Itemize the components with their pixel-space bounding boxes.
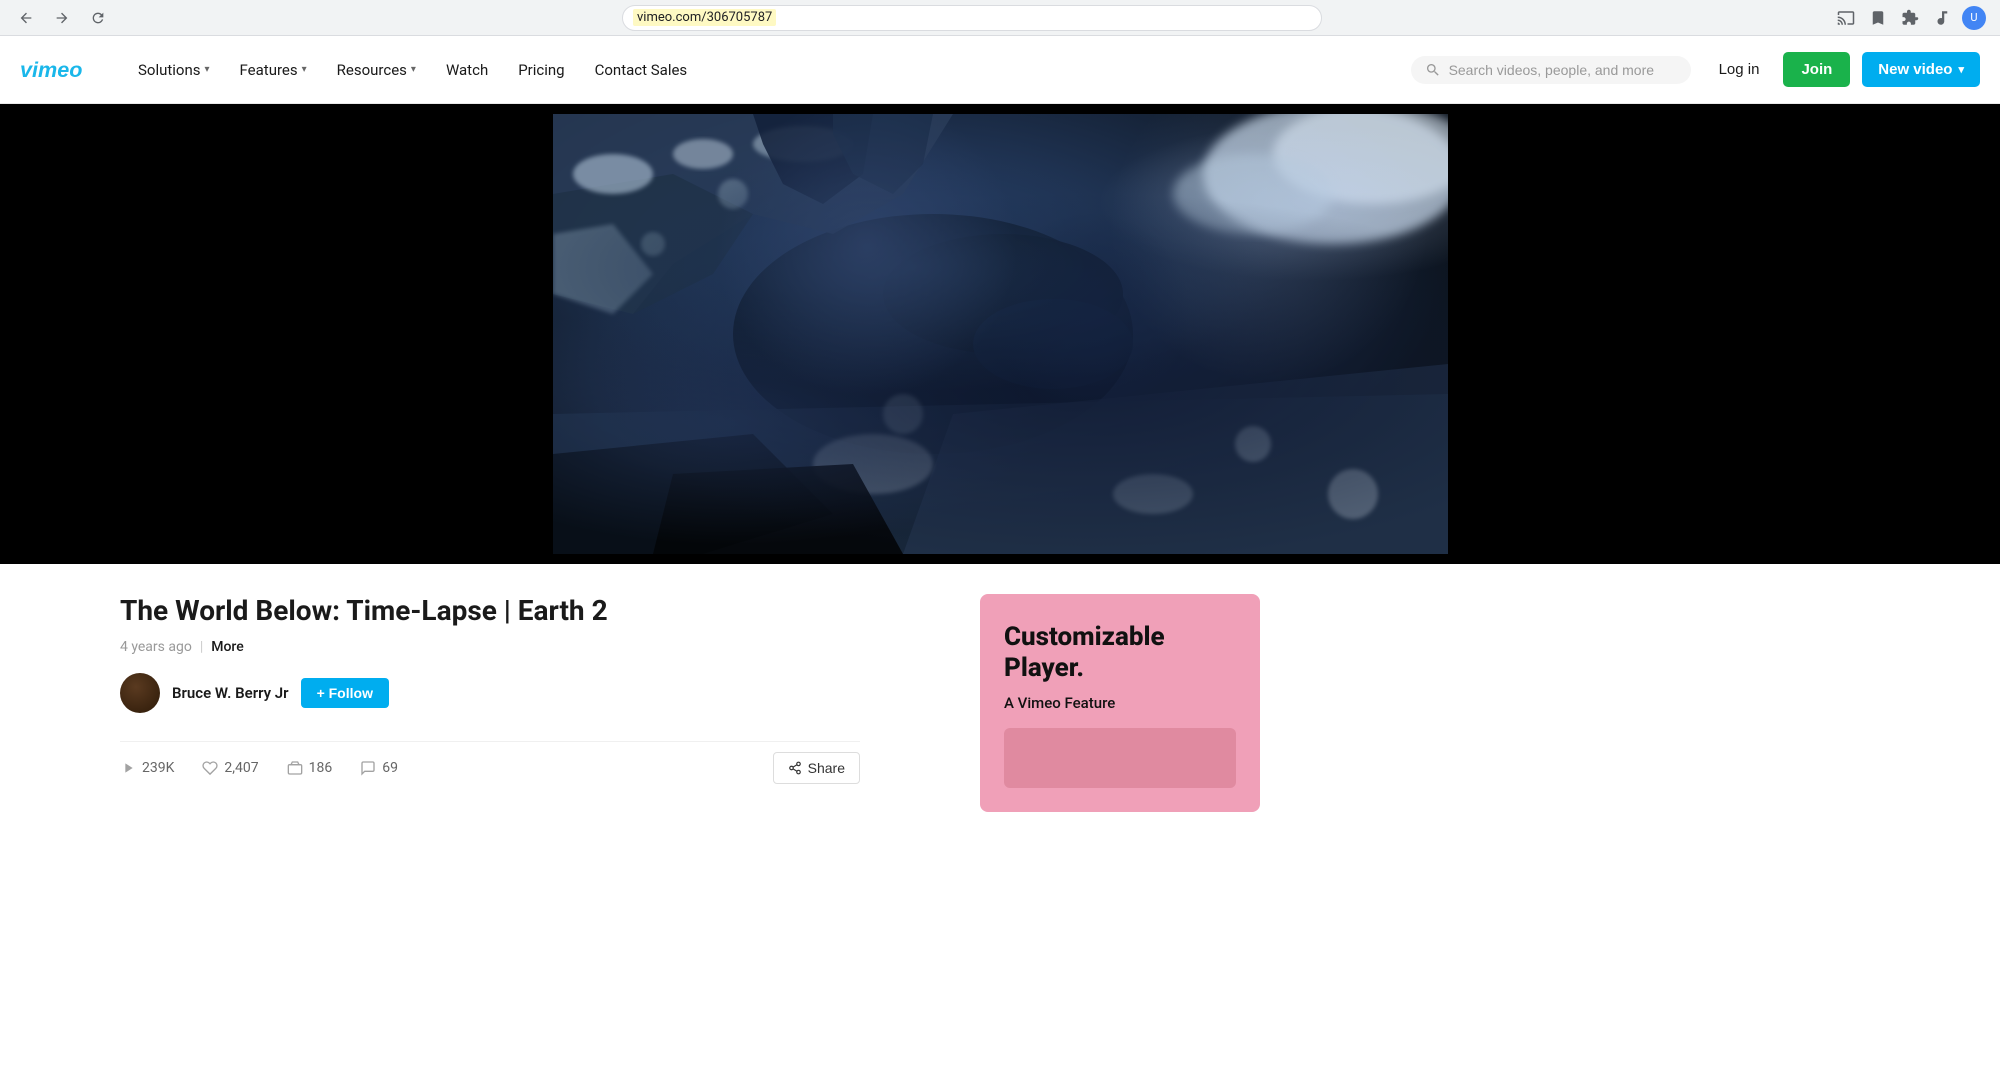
ad-card[interactable]: CustomizablePlayer. A Vimeo Feature — [980, 594, 1260, 812]
comments-count: 69 — [382, 760, 398, 776]
new-video-chevron-icon: ▾ — [1958, 63, 1964, 76]
forward-button[interactable] — [48, 4, 76, 32]
media-icon[interactable] — [1928, 4, 1956, 32]
new-video-button[interactable]: New video ▾ — [1862, 52, 1980, 87]
likes-stat: 2,407 — [202, 760, 258, 776]
nav-contact-sales[interactable]: Contact Sales — [581, 53, 702, 87]
heart-icon — [202, 760, 218, 776]
vimeo-logo[interactable]: vimeo — [20, 55, 100, 85]
video-age: 4 years ago — [120, 639, 192, 655]
sidebar-ad: CustomizablePlayer. A Vimeo Feature — [980, 594, 1260, 812]
reload-button[interactable] — [84, 4, 112, 32]
main-nav: Solutions ▾ Features ▾ Resources ▾ Watch… — [124, 53, 701, 87]
ad-card-bottom — [1004, 728, 1236, 788]
video-player[interactable] — [553, 114, 1448, 554]
more-link[interactable]: More — [211, 639, 244, 655]
extensions-icon[interactable] — [1896, 4, 1924, 32]
bookmark-icon[interactable] — [1864, 4, 1892, 32]
search-input[interactable] — [1449, 62, 1677, 78]
collections-icon — [287, 760, 303, 776]
svg-text:vimeo: vimeo — [20, 57, 82, 82]
header-actions: Log in Join New video ▾ — [1707, 52, 1980, 87]
features-chevron-icon: ▾ — [302, 64, 307, 75]
author-name[interactable]: Bruce W. Berry Jr — [172, 684, 289, 702]
nav-pricing[interactable]: Pricing — [504, 53, 578, 87]
author-avatar[interactable] — [120, 673, 160, 713]
share-icon — [788, 761, 802, 775]
vimeo-header: vimeo Solutions ▾ Features ▾ Resources ▾… — [0, 36, 2000, 104]
ad-subtitle: A Vimeo Feature — [1004, 694, 1236, 712]
ad-title: CustomizablePlayer. — [1004, 622, 1236, 684]
video-title: The World Below: Time-Lapse | Earth 2 — [120, 594, 860, 627]
comments-stat: 69 — [360, 760, 398, 776]
back-button[interactable] — [12, 4, 40, 32]
browser-chrome: vimeo.com/306705787 U — [0, 0, 2000, 36]
video-section — [0, 104, 2000, 564]
user-avatar: U — [1962, 6, 1986, 30]
stats-row: 239K 2,407 186 — [120, 741, 860, 784]
meta-divider: | — [200, 639, 203, 655]
video-thumbnail — [553, 114, 1448, 554]
resources-chevron-icon: ▾ — [411, 64, 416, 75]
collections-count: 186 — [309, 760, 333, 776]
login-button[interactable]: Log in — [1707, 53, 1772, 86]
url-display: vimeo.com/306705787 — [633, 9, 776, 26]
nav-features[interactable]: Features ▾ — [226, 53, 321, 87]
views-stat: 239K — [120, 760, 174, 776]
author-row: Bruce W. Berry Jr + Follow — [120, 673, 860, 713]
search-icon — [1425, 62, 1441, 78]
likes-count: 2,407 — [224, 760, 258, 776]
nav-resources[interactable]: Resources ▾ — [323, 53, 430, 87]
nav-watch[interactable]: Watch — [432, 53, 502, 87]
main-content: The World Below: Time-Lapse | Earth 2 4 … — [0, 594, 980, 812]
collections-stat: 186 — [287, 760, 333, 776]
info-section: The World Below: Time-Lapse | Earth 2 4 … — [0, 564, 2000, 842]
comment-icon — [360, 760, 376, 776]
play-icon — [120, 760, 136, 776]
address-bar[interactable]: vimeo.com/306705787 — [622, 5, 1322, 31]
follow-button[interactable]: + Follow — [301, 678, 389, 708]
share-button[interactable]: Share — [773, 752, 860, 784]
nav-solutions[interactable]: Solutions ▾ — [124, 53, 224, 87]
profile-icon[interactable]: U — [1960, 4, 1988, 32]
views-count: 239K — [142, 760, 174, 776]
solutions-chevron-icon: ▾ — [205, 64, 210, 75]
join-button[interactable]: Join — [1783, 52, 1850, 87]
search-container[interactable] — [1411, 56, 1691, 84]
video-meta: 4 years ago | More — [120, 639, 860, 655]
browser-toolbar-right: U — [1832, 4, 1988, 32]
cast-icon[interactable] — [1832, 4, 1860, 32]
